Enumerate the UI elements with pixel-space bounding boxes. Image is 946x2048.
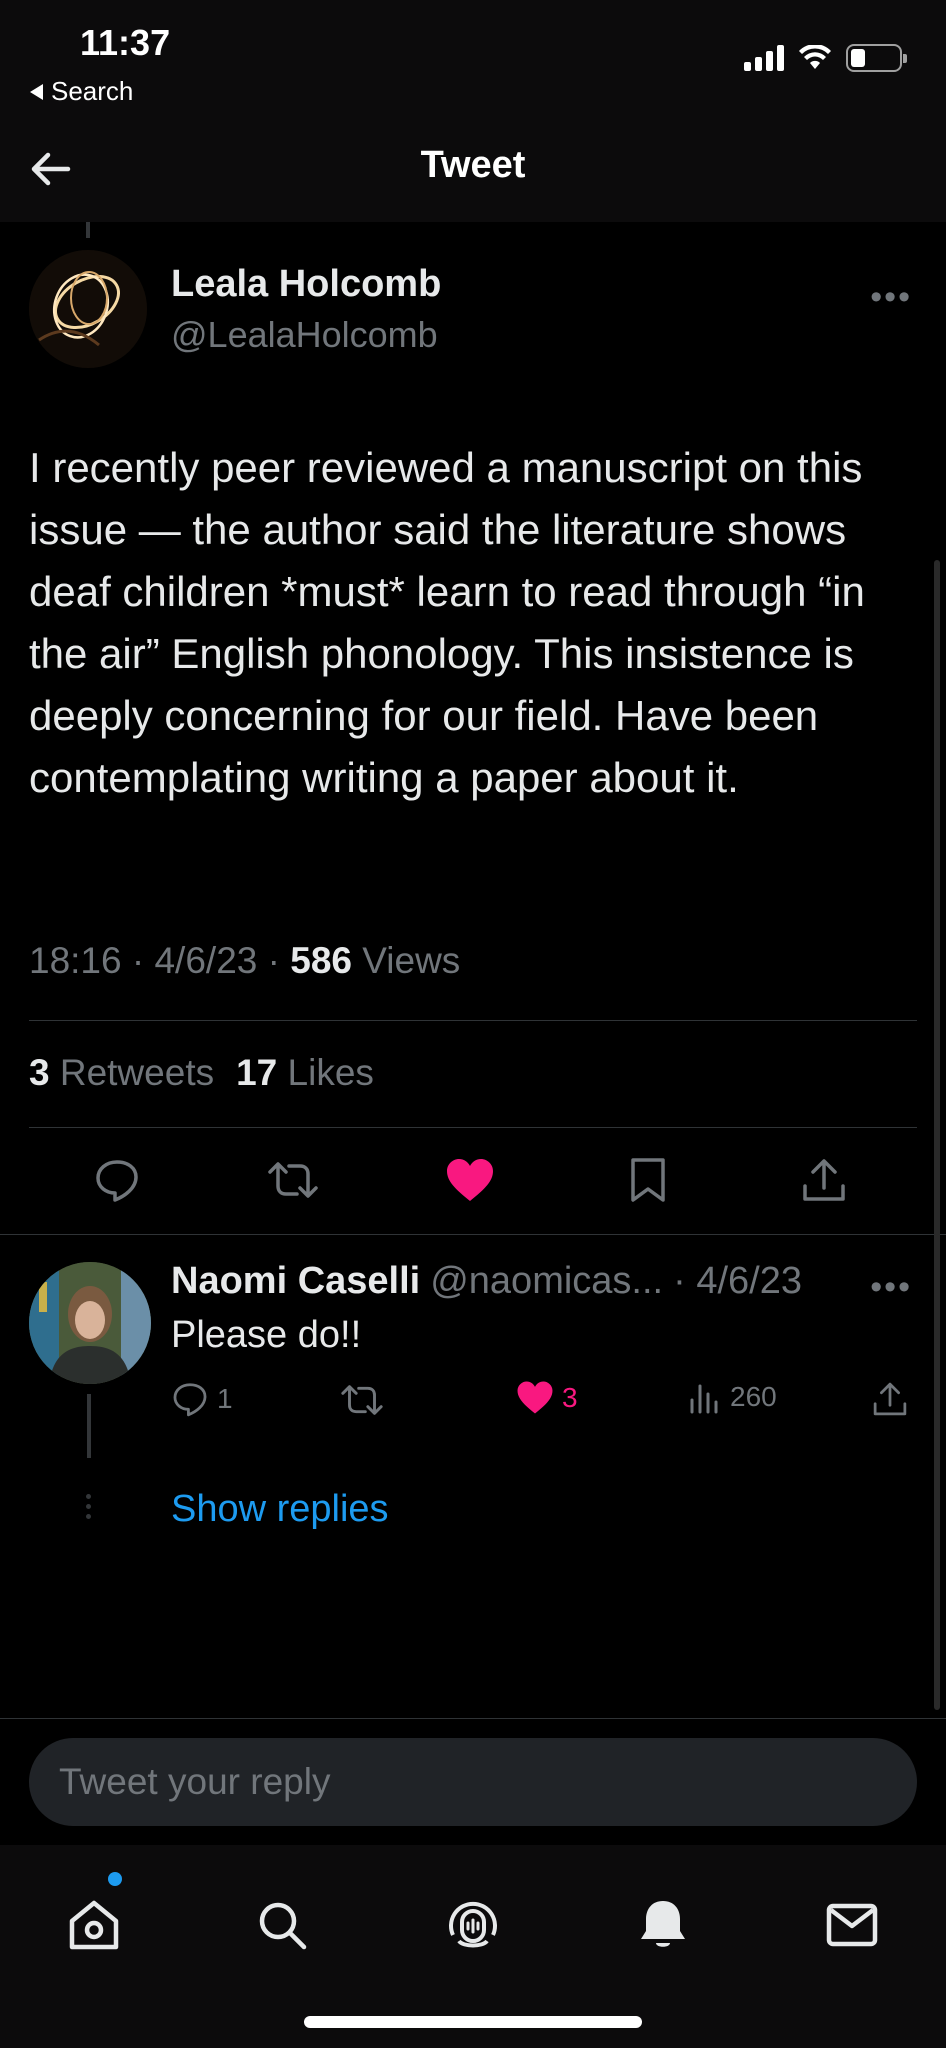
thread-line xyxy=(86,222,90,238)
reply-reply-count: 1 xyxy=(217,1383,233,1414)
reply-like-count: 3 xyxy=(562,1381,578,1413)
retweet-button[interactable] xyxy=(265,1152,321,1208)
reply-button[interactable] xyxy=(89,1152,145,1208)
retweets-label: Retweets xyxy=(59,1052,215,1093)
divider xyxy=(0,1234,946,1235)
thread-dots xyxy=(86,1494,91,1519)
tab-home[interactable] xyxy=(64,1895,124,1955)
share-icon xyxy=(803,1159,845,1201)
retweet-icon xyxy=(341,1385,383,1415)
share-icon xyxy=(873,1382,907,1416)
views-label[interactable]: Views xyxy=(362,940,460,981)
reply-avatar[interactable] xyxy=(29,1262,151,1384)
tab-notifications[interactable] xyxy=(633,1895,693,1955)
reply-date: · 4/6/23 xyxy=(673,1260,802,1302)
reply-retweet-button[interactable] xyxy=(340,1380,384,1420)
signal-icon xyxy=(744,45,784,71)
show-replies-link[interactable]: Show replies xyxy=(171,1488,389,1531)
views-icon xyxy=(690,1384,718,1414)
heart-icon xyxy=(447,1159,493,1201)
reply-like-button[interactable]: 3 xyxy=(516,1380,578,1415)
reply-input[interactable]: Tweet your reply xyxy=(29,1738,917,1826)
tweet-actions xyxy=(0,1152,946,1216)
spaces-icon xyxy=(449,1901,497,1948)
page-title: Tweet xyxy=(420,144,526,186)
divider xyxy=(0,1718,946,1719)
home-icon xyxy=(69,1900,119,1950)
reply-author-name[interactable]: Naomi Caselli xyxy=(171,1260,420,1303)
author-avatar[interactable] xyxy=(29,250,147,368)
likes-stat[interactable]: 17 Likes xyxy=(236,1052,374,1094)
search-icon xyxy=(259,1902,307,1950)
reply-actions: 1 3 260 xyxy=(0,1380,946,1430)
tab-spaces[interactable] xyxy=(443,1895,503,1955)
divider xyxy=(29,1127,917,1128)
mail-icon xyxy=(826,1903,878,1947)
reply-reply-button[interactable]: 1 xyxy=(171,1380,233,1418)
share-button[interactable] xyxy=(796,1152,852,1208)
reply-text: Please do!! xyxy=(171,1314,362,1356)
back-app-label: Search xyxy=(51,76,134,106)
tab-search[interactable] xyxy=(252,1895,312,1955)
author-name[interactable]: Leala Holcomb xyxy=(171,263,441,306)
tab-messages[interactable] xyxy=(822,1895,882,1955)
bookmark-button[interactable] xyxy=(620,1152,676,1208)
retweets-count: 3 xyxy=(29,1052,50,1093)
views-count: 586 xyxy=(290,940,352,981)
retweets-stat[interactable]: 3 Retweets xyxy=(29,1052,214,1094)
bell-icon xyxy=(641,1901,685,1947)
back-triangle-icon xyxy=(30,83,43,100)
reply-share-button[interactable] xyxy=(872,1380,908,1418)
reply-views[interactable]: 260 xyxy=(688,1380,777,1414)
more-icon[interactable]: ••• xyxy=(870,1268,912,1307)
heart-icon xyxy=(517,1381,553,1414)
tweet-stats: 3 Retweets 17 Likes xyxy=(29,1052,374,1094)
tweet-meta: 18:16 · 4/6/23 · 586 Views xyxy=(29,940,461,981)
status-icons xyxy=(744,44,907,72)
like-button[interactable] xyxy=(442,1152,498,1208)
reply-views-count: 260 xyxy=(730,1381,777,1412)
author-handle[interactable]: @LealaHolcomb xyxy=(171,314,438,356)
unread-dot xyxy=(108,1872,122,1886)
home-indicator xyxy=(304,2016,642,2028)
tweet-date: 4/6/23 xyxy=(154,940,258,981)
battery-icon xyxy=(846,44,907,72)
retweet-icon xyxy=(268,1162,318,1198)
reply-icon xyxy=(173,1383,207,1417)
status-time: 11:37 xyxy=(80,22,171,63)
likes-label: Likes xyxy=(287,1052,374,1093)
wifi-icon xyxy=(799,45,831,69)
reply-icon xyxy=(96,1160,138,1202)
reply-header: Naomi Caselli @naomicas... · 4/6/23 xyxy=(171,1260,802,1303)
reply-author-handle[interactable]: @naomicas... xyxy=(430,1260,663,1303)
thread-line xyxy=(87,1394,91,1458)
tweet-text: I recently peer reviewed a manuscript on… xyxy=(29,444,865,801)
back-to-app[interactable]: Search xyxy=(30,76,133,107)
more-icon[interactable]: ••• xyxy=(870,278,912,317)
bookmark-icon xyxy=(631,1158,665,1202)
scrollbar[interactable] xyxy=(934,560,940,1710)
likes-count: 17 xyxy=(236,1052,278,1093)
tweet-time: 18:16 xyxy=(29,940,122,981)
divider xyxy=(29,1020,917,1021)
